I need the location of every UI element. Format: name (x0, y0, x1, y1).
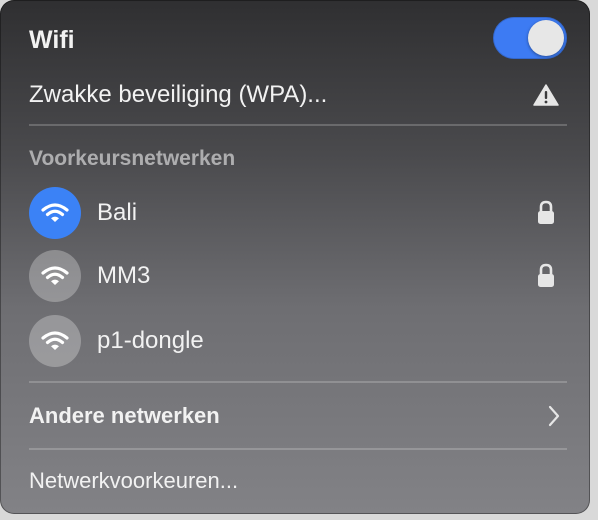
preferred-networks-heading: Voorkeursnetwerken (29, 147, 236, 170)
weak-security-item[interactable]: Zwakke beveiliging (WPA)... (29, 76, 559, 114)
network-preferences-item[interactable]: Netwerkvoorkeuren... (29, 463, 561, 499)
network-item-p1-dongle[interactable]: p1-dongle (29, 315, 557, 367)
other-networks-label: Andere netwerken (29, 403, 220, 428)
network-name: MM3 (97, 262, 151, 289)
separator (29, 448, 567, 450)
lock-icon (538, 200, 554, 224)
wifi-menu-panel: Wifi Zwakke beveiliging (WPA)... Voorkeu… (0, 0, 590, 514)
chevron-right-icon (548, 405, 560, 427)
weak-security-label: Zwakke beveiliging (WPA)... (29, 81, 328, 108)
wifi-signal-icon (29, 315, 81, 367)
wifi-signal-icon (29, 250, 81, 302)
network-name: p1-dongle (97, 327, 204, 354)
separator (29, 124, 567, 126)
wifi-toggle[interactable] (493, 17, 567, 59)
other-networks-item[interactable]: Andere netwerken (29, 398, 561, 434)
warning-triangle-icon (533, 84, 559, 106)
lock-icon (538, 263, 554, 287)
network-item-mm3[interactable]: MM3 (29, 250, 557, 302)
network-name: Bali (97, 199, 138, 226)
toggle-knob (528, 20, 564, 56)
network-item-bali[interactable]: Bali (29, 187, 557, 239)
network-preferences-label: Netwerkvoorkeuren... (29, 468, 239, 493)
separator (29, 381, 567, 383)
wifi-signal-icon (29, 187, 81, 239)
